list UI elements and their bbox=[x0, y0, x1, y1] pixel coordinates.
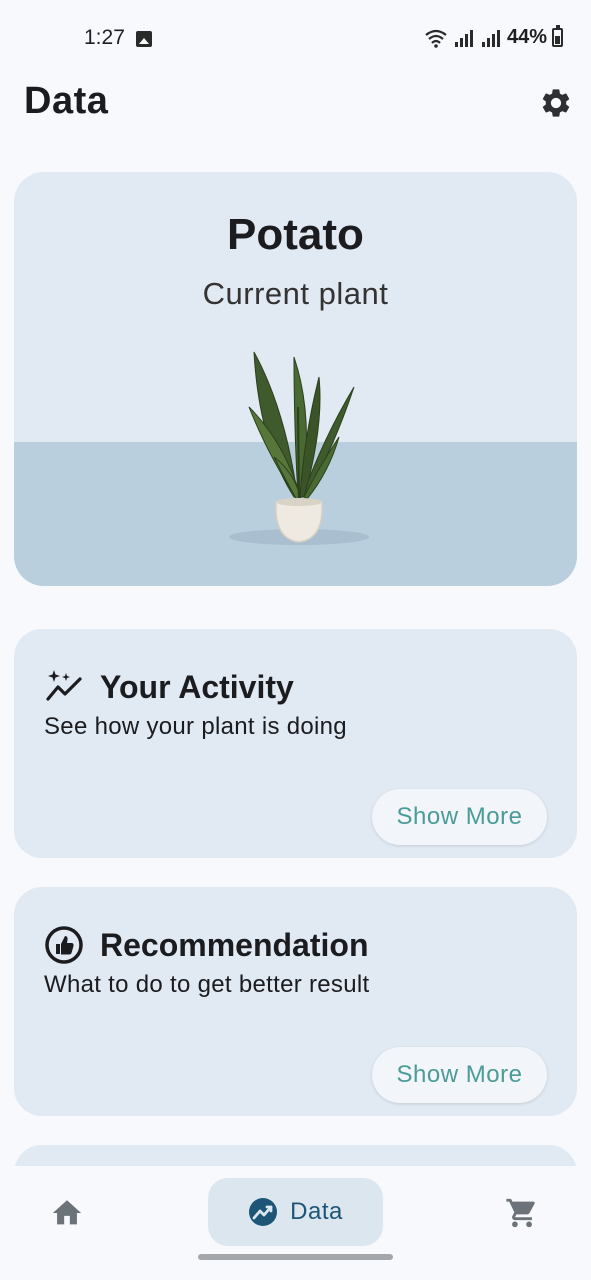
recommendation-card-description: What to do to get better result bbox=[44, 971, 370, 998]
chart-icon bbox=[249, 1198, 278, 1226]
recommendation-show-more-button[interactable]: Show More bbox=[372, 1047, 547, 1103]
activity-card-description: See how your plant is doing bbox=[44, 713, 347, 740]
battery-percent: 44% bbox=[506, 26, 547, 48]
battery-icon bbox=[552, 25, 563, 47]
status-time: 1:27 bbox=[84, 26, 125, 49]
status-bar: 1:27 44% bbox=[0, 0, 591, 76]
recommendation-card-header: Recommendation bbox=[44, 925, 368, 965]
activity-card-header: Your Activity bbox=[44, 667, 294, 707]
signal-icon bbox=[454, 29, 473, 47]
sparkle-trend-icon bbox=[46, 670, 82, 701]
cart-icon[interactable] bbox=[505, 1196, 539, 1230]
activity-show-more-button[interactable]: Show More bbox=[372, 789, 547, 845]
status-indicators: 44% bbox=[424, 25, 563, 49]
thumb-up-icon bbox=[45, 926, 83, 964]
plant-subtitle: Current plant bbox=[202, 276, 389, 311]
bottom-navigation: Data bbox=[0, 1166, 591, 1280]
plant-name: Potato bbox=[227, 210, 364, 259]
home-indicator bbox=[198, 1254, 393, 1260]
nav-item-data-label: Data bbox=[290, 1198, 343, 1225]
recommendation-card: Recommendation What to do to get better … bbox=[14, 887, 577, 1116]
plant-image bbox=[229, 351, 369, 545]
activity-card: Your Activity See how your plant is doin… bbox=[14, 629, 577, 858]
gear-icon[interactable] bbox=[539, 86, 573, 120]
activity-card-title: Your Activity bbox=[100, 668, 294, 705]
page-title: Data bbox=[24, 80, 109, 122]
recommendation-card-title: Recommendation bbox=[100, 926, 369, 963]
current-plant-card[interactable]: Potato Current plant bbox=[14, 172, 577, 586]
home-icon[interactable] bbox=[50, 1196, 84, 1230]
signal-icon-2 bbox=[481, 29, 500, 47]
nav-item-data[interactable]: Data bbox=[208, 1178, 383, 1246]
gallery-icon bbox=[136, 31, 152, 47]
wifi-icon bbox=[425, 29, 447, 48]
